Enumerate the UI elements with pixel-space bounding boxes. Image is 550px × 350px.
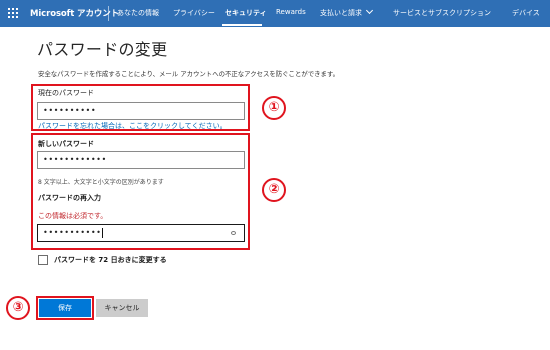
nav-divider xyxy=(108,6,109,21)
required-error-message: この情報は必須です。 xyxy=(38,212,108,220)
password-rules-hint: 8 文字以上、大文字と小文字の区別があります xyxy=(38,179,164,186)
confirm-password-label: パスワードの再入力 xyxy=(38,194,101,202)
cancel-button[interactable]: キャンセル xyxy=(96,299,148,317)
confirm-password-value: ••••••••••• xyxy=(43,228,102,237)
new-password-label: 新しいパスワード xyxy=(38,140,94,148)
brand-title[interactable]: Microsoft アカウント xyxy=(30,7,119,19)
nav-privacy[interactable]: プライバシー xyxy=(173,8,215,18)
intro-text: 安全なパスワードを作成することにより、メール アカウントへの不正なアクセスを防ぐ… xyxy=(38,70,340,78)
nav-billing[interactable]: 支払いと請求 xyxy=(320,6,374,18)
expire-password-checkbox[interactable] xyxy=(38,255,48,265)
nav-your-info[interactable]: あなたの情報 xyxy=(117,8,159,18)
reveal-password-icon[interactable] xyxy=(231,231,236,235)
confirm-password-field[interactable]: ••••••••••• xyxy=(37,224,245,242)
nav-devices[interactable]: デバイス xyxy=(512,8,540,18)
callout-3-badge: ③ xyxy=(6,296,30,320)
current-password-field[interactable]: •••••••••• xyxy=(37,102,245,120)
nav-services[interactable]: サービスとサブスクリプション xyxy=(393,8,491,18)
callout-2-badge: ② xyxy=(262,178,286,202)
expire-password-label[interactable]: パスワードを 72 日おきに変更する xyxy=(54,255,167,265)
top-nav-bar: Microsoft アカウント あなたの情報 プライバシー セキュリティ Rew… xyxy=(0,0,550,27)
nav-rewards[interactable]: Rewards xyxy=(276,8,306,16)
callout-1-badge: ① xyxy=(262,96,286,120)
chevron-down-icon xyxy=(365,6,374,15)
app-launcher-icon[interactable] xyxy=(8,8,20,20)
new-password-field[interactable]: •••••••••••• xyxy=(37,151,245,169)
nav-billing-label: 支払いと請求 xyxy=(320,9,362,17)
page-title: パスワードの変更 xyxy=(37,40,168,59)
nav-active-indicator xyxy=(222,24,262,26)
nav-security[interactable]: セキュリティ xyxy=(225,8,267,18)
save-button[interactable]: 保存 xyxy=(39,299,91,317)
forgot-password-link[interactable]: パスワードを忘れた場合は、ここをクリックしてください。 xyxy=(38,121,227,131)
current-password-label: 現在のパスワード xyxy=(38,89,94,97)
text-cursor xyxy=(102,227,104,238)
